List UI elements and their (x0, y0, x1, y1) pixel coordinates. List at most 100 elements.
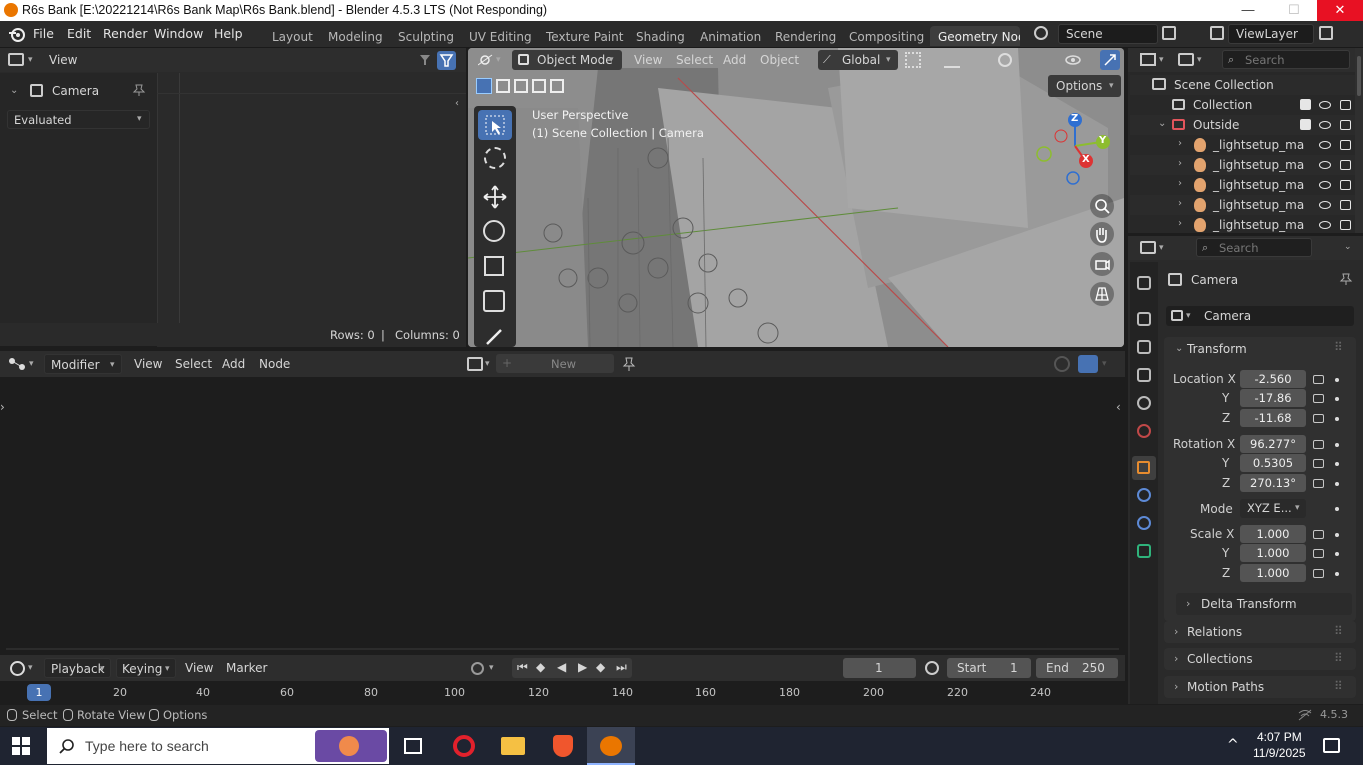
lock-icon[interactable] (1313, 530, 1324, 539)
taskbar-clock-time[interactable]: 4:07 PM (1257, 730, 1302, 744)
perspective-grid-icon[interactable] (1090, 282, 1114, 306)
tab-layout[interactable]: Layout (272, 30, 313, 44)
camera-render-icon[interactable] (1340, 200, 1351, 210)
world-tab-icon[interactable] (1137, 424, 1151, 438)
editor-type-icon[interactable] (477, 53, 496, 67)
rotation-x-field[interactable]: 96.277° (1240, 435, 1306, 453)
scene-icon[interactable] (1034, 26, 1048, 40)
tab-animation[interactable]: Animation (700, 30, 761, 44)
notification-center-icon[interactable] (1323, 738, 1340, 753)
end-frame-field[interactable]: End 250 (1036, 658, 1118, 678)
lock-icon[interactable] (1313, 394, 1324, 403)
tab-compositing[interactable]: Compositing (849, 30, 924, 44)
outliner-row-scene-collection[interactable]: Scene Collection (1130, 75, 1355, 95)
playhead[interactable]: 1 (27, 684, 51, 701)
eye-icon[interactable] (1319, 161, 1331, 169)
rotation-y-field[interactable]: 0.5305 (1240, 454, 1306, 472)
node-add-menu[interactable]: Add (222, 357, 245, 371)
prev-keyframe-icon[interactable]: ◆ (536, 660, 545, 674)
jump-start-icon[interactable]: ⏮ (517, 660, 528, 675)
outliner-row-light[interactable]: › _lightsetup_ma (1130, 175, 1355, 195)
windows-start-icon[interactable] (12, 737, 30, 755)
lock-icon[interactable] (1313, 479, 1324, 488)
location-z-field[interactable]: -11.68 (1240, 409, 1306, 427)
menu-window[interactable]: Window (154, 26, 203, 41)
menu-help[interactable]: Help (214, 26, 243, 41)
menu-file[interactable]: File (33, 26, 54, 41)
rotation-z-field[interactable]: 270.13° (1240, 474, 1306, 492)
scene-tab-icon[interactable] (1137, 396, 1151, 410)
display-mode-icon[interactable] (1178, 53, 1194, 66)
pin-icon[interactable] (622, 356, 636, 372)
eye-icon[interactable] (1319, 201, 1331, 209)
pin-filter-icon[interactable] (417, 52, 433, 68)
camera-render-icon[interactable] (1340, 100, 1351, 110)
drag-handle-icon[interactable]: ⠿ (1334, 651, 1343, 665)
camera-render-icon[interactable] (1340, 140, 1351, 150)
properties-search-input[interactable]: ⌕ Search (1196, 238, 1312, 257)
drag-handle-icon[interactable]: ⠿ (1334, 340, 1343, 354)
outliner-scrollbar[interactable] (1355, 48, 1363, 233)
tab-modeling[interactable]: Modeling (328, 30, 383, 44)
keyframe-dot-icon[interactable] (1335, 417, 1339, 421)
viewport-view-menu[interactable]: View (634, 53, 662, 67)
camera-data-tab-icon[interactable] (1137, 544, 1151, 558)
auto-key-icon[interactable] (471, 662, 484, 675)
outliner-row-light[interactable]: › _lightsetup_ma (1130, 135, 1355, 155)
zoom-icon[interactable] (1090, 194, 1114, 218)
overlay-toggle-icon[interactable] (1054, 356, 1070, 372)
brave-browser-icon[interactable] (553, 735, 573, 757)
scene-selector[interactable]: Scene (1058, 24, 1158, 44)
menu-edit[interactable]: Edit (67, 26, 91, 41)
outliner-search-input[interactable]: ⌕ Search (1222, 50, 1350, 69)
outliner-editor-icon[interactable] (1140, 53, 1156, 66)
chevron-right-icon[interactable]: › (1178, 198, 1182, 209)
collapse-chevron-icon[interactable]: ⌄ (10, 85, 18, 96)
stopwatch-icon[interactable] (925, 661, 939, 675)
chevron-down-icon[interactable]: ⌄ (1344, 242, 1352, 252)
viewport-object-menu[interactable]: Object (760, 53, 799, 67)
select-subtract-icon[interactable] (514, 79, 528, 93)
node-view-menu[interactable]: View (134, 357, 162, 371)
overlay-active-icon[interactable] (1078, 355, 1098, 373)
exclude-checkbox[interactable] (1300, 119, 1311, 130)
motion-paths-panel[interactable]: › Motion Paths ⠿ (1164, 676, 1356, 698)
lock-icon[interactable] (1313, 459, 1324, 468)
toolshelf-expand-icon[interactable]: › (0, 400, 5, 414)
keyframe-dot-icon[interactable] (1335, 572, 1339, 576)
relations-panel[interactable]: › Relations ⠿ (1164, 621, 1356, 643)
blender-menu-icon[interactable] (8, 27, 26, 42)
tab-shading[interactable]: Shading (636, 30, 685, 44)
properties-editor-icon[interactable] (1140, 241, 1156, 254)
delta-transform-subpanel[interactable]: › Delta Transform (1176, 593, 1352, 615)
node-tree-type-dropdown[interactable]: Modifier ▾ (44, 354, 122, 374)
scale-y-field[interactable]: 1.000 (1240, 544, 1306, 562)
tab-uv-editing[interactable]: UV Editing (469, 30, 532, 44)
scale-z-field[interactable]: 1.000 (1240, 564, 1306, 582)
eye-icon[interactable] (1319, 181, 1331, 189)
chevron-down-icon[interactable]: ⌄ (1175, 343, 1183, 354)
keyframe-dot-icon[interactable] (1335, 552, 1339, 556)
select-tool-icon[interactable] (478, 110, 512, 140)
output-tab-icon[interactable] (1137, 340, 1151, 354)
tab-rendering[interactable]: Rendering (775, 30, 836, 44)
eye-icon[interactable] (1319, 101, 1331, 109)
move-tool-icon[interactable] (480, 182, 510, 212)
chevron-right-icon[interactable]: › (1178, 178, 1182, 189)
eye-icon[interactable] (1319, 221, 1331, 229)
camera-view-icon[interactable] (1090, 252, 1114, 276)
timeline-editor-icon[interactable] (10, 661, 25, 676)
eye-icon[interactable] (1319, 121, 1331, 129)
keyframe-dot-icon[interactable] (1335, 378, 1339, 382)
navigation-gizmo[interactable]: Z Y X (1033, 108, 1123, 188)
pivot-point-icon[interactable] (905, 52, 921, 68)
tool-settings-tab-icon[interactable] (1137, 276, 1151, 290)
chevron-down-icon[interactable]: ⌄ (1158, 118, 1166, 129)
keyframe-dot-icon[interactable] (1335, 443, 1339, 447)
select-difference-icon[interactable] (532, 79, 546, 93)
proportional-edit-icon[interactable] (998, 53, 1012, 67)
keyframe-dot-icon[interactable] (1335, 482, 1339, 486)
keyframe-dot-icon[interactable] (1335, 462, 1339, 466)
menu-render[interactable]: Render (103, 26, 148, 41)
blender-taskbar-button[interactable] (587, 727, 635, 765)
